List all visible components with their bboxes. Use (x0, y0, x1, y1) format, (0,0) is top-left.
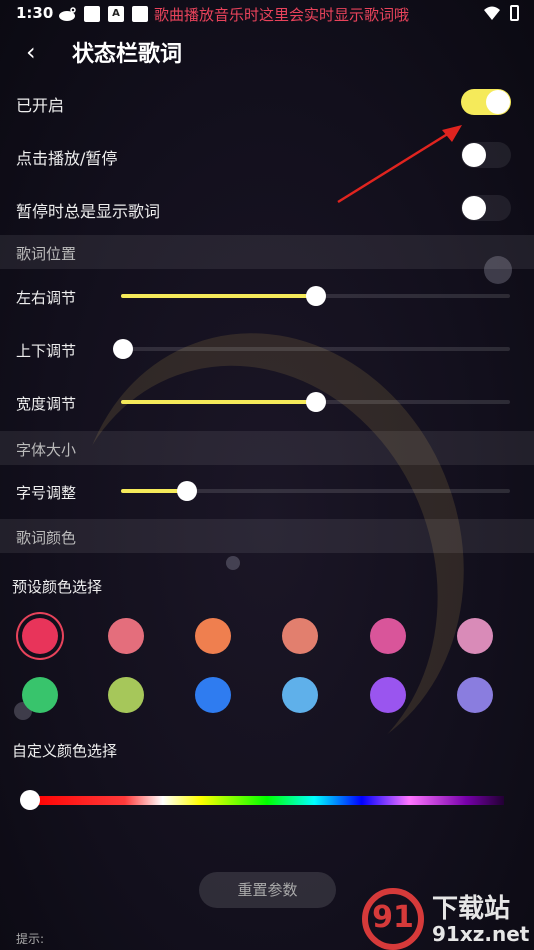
color-swatch[interactable] (370, 618, 406, 654)
color-swatch[interactable] (22, 677, 58, 713)
toggle-always-show-label: 暂停时总是显示歌词 (16, 202, 161, 221)
annotation-arrow (337, 125, 462, 204)
slider-font-size-label: 字号调整 (16, 484, 77, 502)
section-title: 字体大小 (16, 441, 77, 459)
bokeh-dot (226, 556, 240, 570)
color-swatch[interactable] (195, 618, 231, 654)
color-swatch[interactable] (22, 618, 58, 654)
color-swatch[interactable] (195, 677, 231, 713)
wifi-icon (484, 6, 500, 20)
slider-horizontal[interactable] (121, 286, 510, 306)
slider-horizontal-label: 左右调节 (16, 289, 77, 307)
app-icon (84, 6, 100, 22)
slider-thumb[interactable] (305, 392, 326, 412)
color-swatch[interactable] (457, 677, 493, 713)
color-swatch[interactable] (108, 618, 144, 654)
color-swatch[interactable] (457, 618, 493, 654)
toggle-tap-play-label: 点击播放/暂停 (16, 149, 118, 168)
preset-color-label: 预设颜色选择 (12, 578, 103, 596)
app-header: ‹ 状态栏歌词 (0, 28, 534, 76)
custom-color-label: 自定义颜色选择 (12, 742, 118, 760)
chevron-left-icon[interactable]: ‹ (26, 40, 48, 64)
color-swatch[interactable] (370, 677, 406, 713)
app-icon (132, 6, 148, 22)
slider-thumb[interactable] (20, 790, 40, 810)
section-title: 歌词颜色 (16, 529, 77, 547)
watermark-logo: 91 (362, 888, 424, 950)
weibo-icon (58, 6, 78, 22)
color-swatch[interactable] (282, 677, 318, 713)
watermark-title: 下载站 (432, 894, 511, 924)
slider-thumb[interactable] (177, 481, 198, 501)
slider-fill (121, 294, 316, 298)
slider-thumb[interactable] (305, 286, 326, 306)
color-swatch[interactable] (282, 618, 318, 654)
slider-width[interactable] (121, 392, 510, 412)
watermark-url: 91xz.net (432, 922, 530, 946)
reset-button[interactable]: 重置参数 (199, 872, 336, 908)
section-lyric-color: 歌词颜色 (0, 519, 534, 553)
toggle-enabled-label: 已开启 (16, 96, 65, 115)
slider-vertical[interactable] (113, 339, 510, 359)
section-lyric-position: 歌词位置 (0, 235, 534, 269)
slider-width-label: 宽度调节 (16, 395, 77, 413)
battery-icon (510, 5, 519, 21)
slider-font-size[interactable] (121, 481, 510, 501)
slider-thumb[interactable] (113, 339, 133, 359)
page-title: 状态栏歌词 (72, 42, 183, 67)
color-spectrum-slider[interactable] (30, 796, 504, 805)
color-swatch[interactable] (108, 677, 144, 713)
toggle-enabled[interactable] (461, 89, 511, 115)
status-bar: 1:30 A 歌曲播放音乐时这里会实时显示歌词哦 (0, 0, 534, 28)
slider-vertical-label: 上下调节 (16, 342, 77, 360)
a-icon: A (108, 6, 124, 22)
watermark: 91 下载站 91xz.net (362, 888, 532, 950)
slider-fill (121, 400, 316, 404)
toggle-knob (486, 90, 510, 114)
section-font-size: 字体大小 (0, 431, 534, 465)
status-time: 1:30 (16, 4, 54, 22)
hint-label: 提示: (16, 932, 45, 946)
lyric-ticker: 歌曲播放音乐时这里会实时显示歌词哦 (154, 6, 410, 24)
section-title: 歌词位置 (16, 245, 77, 263)
